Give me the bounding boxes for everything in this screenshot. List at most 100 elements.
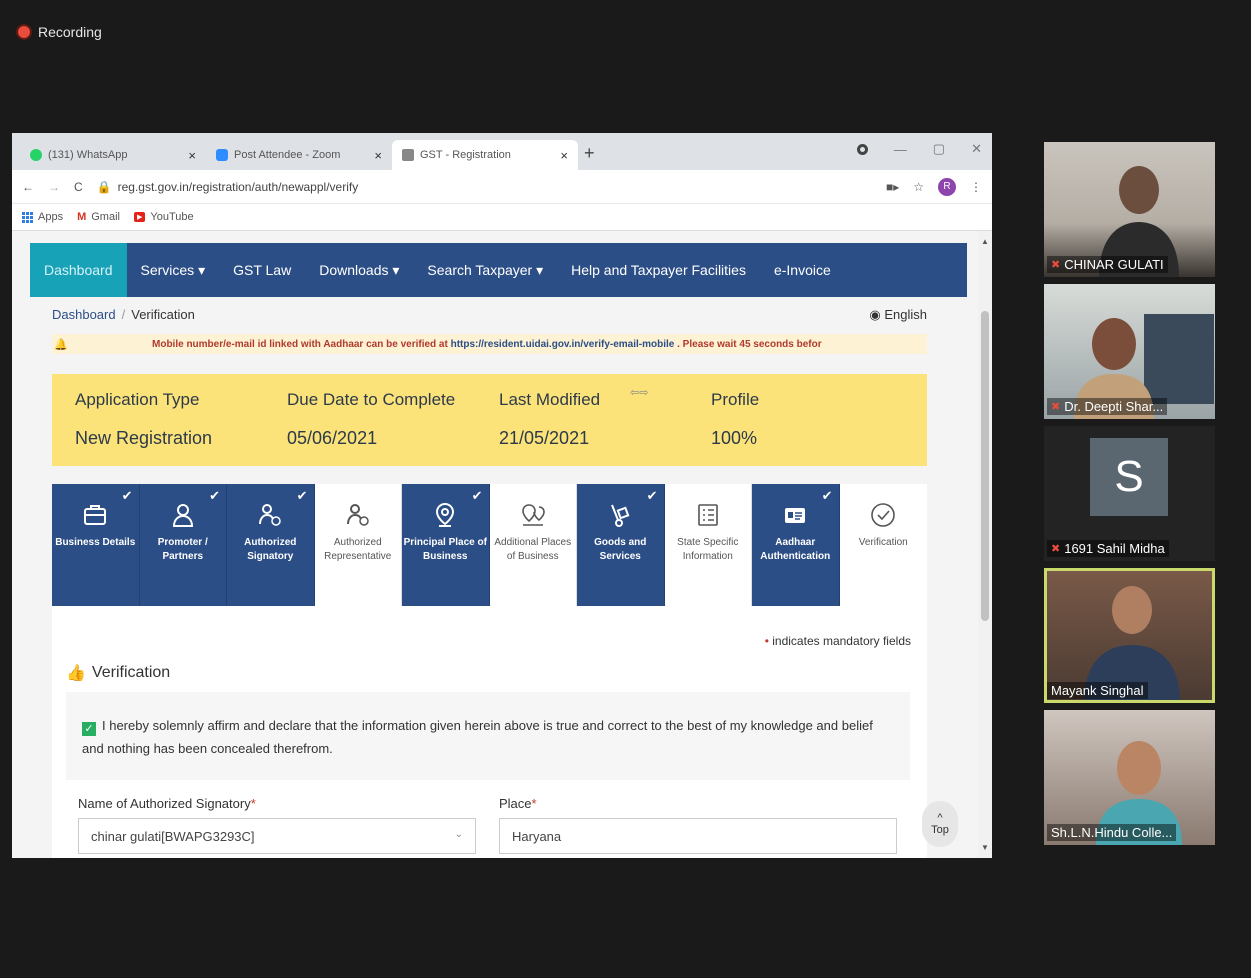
browser-tab-whatsapp[interactable]: (131) WhatsApp × bbox=[20, 140, 206, 170]
nav-gst-law[interactable]: GST Law bbox=[219, 243, 305, 297]
apps-grid-icon bbox=[22, 211, 33, 223]
signatory-label: Name of Authorized Signatory* bbox=[78, 796, 256, 811]
breadcrumb-dashboard[interactable]: Dashboard bbox=[52, 307, 116, 322]
chevron-down-icon: ⌄ bbox=[454, 829, 463, 840]
bookmark-star-icon[interactable]: ☆ bbox=[913, 180, 924, 194]
place-input[interactable]: Haryana bbox=[499, 818, 897, 854]
step-promoter-partners[interactable]: ✔ Promoter / Partners bbox=[139, 484, 227, 606]
close-icon[interactable]: × bbox=[560, 148, 568, 163]
application-type-value: New Registration bbox=[75, 428, 213, 448]
step-label: Authorized Signatory bbox=[244, 537, 297, 562]
section-title-text: Verification bbox=[91, 664, 171, 681]
close-window-icon[interactable]: ✕ bbox=[971, 141, 982, 157]
back-icon[interactable]: ← bbox=[22, 180, 34, 194]
main-navbar: Dashboard Services ▾ GST Law Downloads ▾… bbox=[30, 243, 967, 297]
scroll-up-icon[interactable]: ▲ bbox=[981, 237, 989, 246]
hand-truck-icon bbox=[611, 504, 630, 527]
aadhaar-alert-banner: 🔔 Mobile number/e-mail id linked with Aa… bbox=[52, 334, 927, 354]
bookmark-gmail[interactable]: M Gmail bbox=[77, 211, 120, 223]
step-aadhaar-authentication[interactable]: ✔ Aadhaar Authentication bbox=[752, 484, 840, 606]
step-label: Principal Place of Business bbox=[403, 537, 487, 562]
youtube-icon: ▶ bbox=[133, 212, 146, 222]
step-business-details[interactable]: ✔ Business Details bbox=[52, 484, 140, 606]
nav-e-invoice[interactable]: e-Invoice bbox=[760, 243, 845, 297]
step-additional-places[interactable]: Additional Places of Business bbox=[489, 484, 577, 606]
close-icon[interactable]: × bbox=[188, 148, 196, 163]
due-date-label: Due Date to Complete bbox=[287, 390, 456, 409]
top-label: Top bbox=[931, 824, 949, 836]
maximize-icon[interactable]: ▢ bbox=[933, 141, 945, 157]
zoom-meeting-screen: Recording (131) WhatsApp × Post Attendee… bbox=[0, 0, 1251, 978]
step-label: Promoter / Partners bbox=[157, 537, 208, 562]
participant-tile[interactable]: ✖ Dr. Deepti Shar... bbox=[1044, 284, 1215, 419]
participant-name: ✖ Dr. Deepti Shar... bbox=[1047, 398, 1168, 415]
signatory-select[interactable]: chinar gulati[BWAPG3293C] ⌄ bbox=[78, 818, 476, 854]
nav-services[interactable]: Services ▾ bbox=[127, 243, 220, 297]
bookmark-youtube[interactable]: ▶ YouTube bbox=[133, 211, 194, 223]
close-icon[interactable]: × bbox=[374, 148, 382, 163]
lock-icon: 🔒 bbox=[96, 179, 112, 194]
participant-name: Sh.L.N.Hindu Colle... bbox=[1047, 824, 1177, 841]
minimize-icon[interactable]: — bbox=[894, 142, 907, 157]
step-verification[interactable]: Verification bbox=[839, 484, 927, 606]
participant-name: ✖ CHINAR GULATI bbox=[1047, 256, 1168, 273]
address-bar-row: ← → C 🔒 reg.gst.gov.in/registration/auth… bbox=[12, 170, 992, 204]
step-label: Business Details bbox=[55, 537, 136, 548]
step-authorized-signatory[interactable]: ✔ Authorized Signatory bbox=[227, 484, 315, 606]
check-mark-icon: ✔ bbox=[471, 488, 483, 503]
briefcase-icon bbox=[84, 505, 107, 525]
step-label: Verification bbox=[858, 537, 908, 548]
browser-menu-icon[interactable]: ⋮ bbox=[970, 180, 982, 194]
breadcrumb: Dashboard / Verification bbox=[52, 307, 195, 322]
scroll-top-button[interactable]: ^ Top bbox=[922, 801, 958, 847]
application-type-label: Application Type bbox=[75, 390, 200, 409]
step-principal-place[interactable]: ✔ Principal Place of Business bbox=[402, 484, 490, 606]
breadcrumb-row: Dashboard / Verification ◉ English bbox=[52, 307, 927, 323]
last-modified-value: 21/05/2021 bbox=[499, 428, 590, 448]
participant-tile-active-speaker[interactable]: Mayank Singhal bbox=[1044, 568, 1215, 703]
bell-icon: 🔔 bbox=[54, 338, 68, 351]
participant-tile[interactable]: ✖ CHINAR GULATI bbox=[1044, 142, 1215, 277]
profile-value: 100% bbox=[711, 428, 758, 448]
new-tab-button[interactable]: + bbox=[584, 143, 595, 164]
reload-icon[interactable]: C bbox=[74, 180, 83, 194]
bookmark-apps[interactable]: Apps bbox=[22, 211, 63, 223]
participant-name-text: Sh.L.N.Hindu Colle... bbox=[1051, 825, 1173, 840]
registration-steps: ✔ Business Details ✔ Promoter / Partners… bbox=[52, 484, 927, 606]
chevron-up-icon: ^ bbox=[937, 812, 943, 824]
alert-link[interactable]: https://resident.uidai.gov.in/verify-ema… bbox=[451, 339, 675, 350]
check-circle-icon bbox=[871, 503, 896, 527]
step-label: State Specific Information bbox=[677, 537, 739, 562]
step-state-specific[interactable]: State Specific Information bbox=[664, 484, 752, 606]
step-authorized-representative[interactable]: Authorized Representative bbox=[314, 484, 402, 606]
place-label: Place* bbox=[499, 796, 537, 811]
check-mark-icon: ✔ bbox=[646, 488, 658, 503]
recording-indicator[interactable]: Recording bbox=[18, 24, 102, 40]
language-selector[interactable]: ◉ English bbox=[869, 307, 927, 323]
cast-icon[interactable]: ■▸ bbox=[886, 180, 899, 194]
page-scrollbar[interactable]: ▲ ▼ bbox=[978, 231, 992, 858]
browser-tab-zoom[interactable]: Post Attendee - Zoom × bbox=[206, 140, 392, 170]
scrollbar-thumb[interactable] bbox=[981, 311, 989, 621]
nav-search-taxpayer[interactable]: Search Taxpayer ▾ bbox=[413, 243, 557, 297]
url-bar[interactable]: 🔒 reg.gst.gov.in/registration/auth/newap… bbox=[97, 180, 872, 194]
declaration-checkbox[interactable]: ✓ bbox=[82, 722, 96, 736]
nav-help-facilities[interactable]: Help and Taxpayer Facilities bbox=[557, 243, 760, 297]
step-goods-services[interactable]: ✔ Goods and Services bbox=[577, 484, 665, 606]
nav-downloads[interactable]: Downloads ▾ bbox=[305, 243, 413, 297]
browser-tab-bar: (131) WhatsApp × Post Attendee - Zoom × … bbox=[12, 133, 992, 170]
check-mark-icon: ✔ bbox=[121, 488, 133, 503]
swap-arrows-icon: ⇦⇨ bbox=[630, 387, 649, 399]
forward-icon[interactable]: → bbox=[48, 180, 60, 194]
declaration-text: I hereby solemnly affirm and declare tha… bbox=[82, 718, 873, 756]
nav-dashboard[interactable]: Dashboard bbox=[30, 243, 127, 297]
participant-tile[interactable]: Sh.L.N.Hindu Colle... bbox=[1044, 710, 1215, 845]
recording-label: Recording bbox=[38, 24, 102, 40]
profile-avatar[interactable]: R bbox=[938, 177, 956, 196]
check-mark-icon: ✔ bbox=[296, 488, 308, 503]
participant-tile[interactable]: S ✖ 1691 Sahil Midha bbox=[1044, 426, 1215, 561]
browser-tab-gst[interactable]: GST - Registration × bbox=[392, 140, 578, 170]
language-label: English bbox=[884, 307, 927, 322]
bookmark-label: YouTube bbox=[150, 211, 194, 223]
scroll-down-icon[interactable]: ▼ bbox=[981, 843, 989, 852]
